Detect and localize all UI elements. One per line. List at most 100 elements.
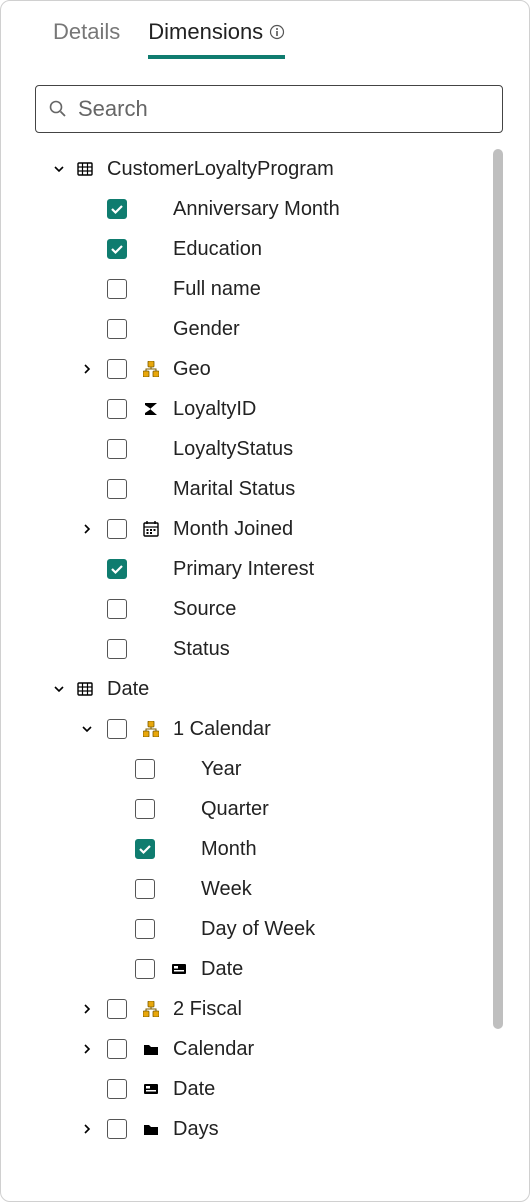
- checkbox[interactable]: [107, 479, 127, 499]
- checkbox[interactable]: [107, 279, 127, 299]
- checkbox[interactable]: [107, 319, 127, 339]
- checkbox[interactable]: [107, 719, 127, 739]
- tree-label: Anniversary Month: [173, 198, 340, 221]
- tree-label: Education: [173, 238, 262, 261]
- search-box[interactable]: [35, 85, 503, 133]
- checkbox[interactable]: [107, 639, 127, 659]
- tree-label: Geo: [173, 358, 211, 381]
- chevron-right-icon[interactable]: [79, 1043, 95, 1055]
- chevron-right-icon[interactable]: [79, 1123, 95, 1135]
- tree-item-datefield[interactable]: › Date: [51, 1069, 481, 1109]
- checkbox[interactable]: [107, 439, 127, 459]
- card-icon: [167, 960, 191, 978]
- tree-item-days[interactable]: Days: [51, 1109, 481, 1149]
- chevron-right-icon[interactable]: [79, 363, 95, 375]
- search-icon: [48, 99, 68, 119]
- table-icon: [73, 680, 97, 698]
- tab-dimensions[interactable]: Dimensions: [148, 19, 285, 59]
- hierarchy-icon: [139, 361, 163, 377]
- tree-item-geo[interactable]: Geo: [51, 349, 481, 389]
- tree-label: Calendar: [173, 1038, 254, 1061]
- dimensions-panel: Details Dimensions CustomerLoyaltyProgra…: [0, 0, 530, 1202]
- tree-label: Month: [201, 838, 257, 861]
- tree-item-anniversary[interactable]: › Anniversary Month: [51, 189, 481, 229]
- tree-item-year[interactable]: › Year: [51, 749, 481, 789]
- tree-item-marital[interactable]: › Marital Status: [51, 469, 481, 509]
- tree-item-dow[interactable]: › Day of Week: [51, 909, 481, 949]
- tab-dimensions-label: Dimensions: [148, 19, 263, 45]
- checkbox[interactable]: [135, 959, 155, 979]
- sigma-icon: [139, 400, 163, 418]
- tree-label: 1 Calendar: [173, 718, 271, 741]
- card-icon: [139, 1080, 163, 1098]
- tree-label: Year: [201, 758, 241, 781]
- chevron-down-icon[interactable]: [51, 163, 67, 175]
- scrollbar[interactable]: [493, 149, 503, 1029]
- tree-label: CustomerLoyaltyProgram: [107, 158, 334, 181]
- tree-label: Marital Status: [173, 478, 295, 501]
- checkbox[interactable]: [135, 839, 155, 859]
- hierarchy-icon: [139, 1001, 163, 1017]
- search-input[interactable]: [78, 96, 490, 122]
- tree-label: Date: [201, 958, 243, 981]
- tree-label: 2 Fiscal: [173, 998, 242, 1021]
- chevron-down-icon[interactable]: [51, 683, 67, 695]
- tree-label: Date: [107, 678, 149, 701]
- tab-bar: Details Dimensions: [19, 19, 519, 59]
- checkbox[interactable]: [135, 799, 155, 819]
- tree-item-week[interactable]: › Week: [51, 869, 481, 909]
- tree-item-quarter[interactable]: › Quarter: [51, 789, 481, 829]
- tree-label: Days: [173, 1118, 219, 1141]
- tree-label: Day of Week: [201, 918, 315, 941]
- tree-table-date[interactable]: Date: [51, 669, 481, 709]
- tree-label: LoyaltyStatus: [173, 438, 293, 461]
- tree-item-loyaltystatus[interactable]: › LoyaltyStatus: [51, 429, 481, 469]
- tree-label: Month Joined: [173, 518, 293, 541]
- tree-item-loyaltyid[interactable]: › LoyaltyID: [51, 389, 481, 429]
- tree-item-cal1date[interactable]: › Date: [51, 949, 481, 989]
- table-icon: [73, 160, 97, 178]
- checkbox[interactable]: [107, 1119, 127, 1139]
- checkbox[interactable]: [107, 519, 127, 539]
- field-tree: CustomerLoyaltyProgram › Anniversary Mon…: [19, 149, 519, 1171]
- tree-item-gender[interactable]: › Gender: [51, 309, 481, 349]
- tree-item-education[interactable]: › Education: [51, 229, 481, 269]
- tree-item-month[interactable]: › Month: [51, 829, 481, 869]
- checkbox[interactable]: [135, 879, 155, 899]
- checkbox[interactable]: [107, 359, 127, 379]
- tree-table-clp[interactable]: CustomerLoyaltyProgram: [51, 149, 481, 189]
- tree-item-monthjoined[interactable]: Month Joined: [51, 509, 481, 549]
- tree-item-source[interactable]: › Source: [51, 589, 481, 629]
- tree-item-2fiscal[interactable]: 2 Fiscal: [51, 989, 481, 1029]
- checkbox[interactable]: [107, 399, 127, 419]
- tree-label: Full name: [173, 278, 261, 301]
- folder-icon: [139, 1040, 163, 1058]
- search-container: [35, 85, 503, 133]
- tree-label: Quarter: [201, 798, 269, 821]
- checkbox[interactable]: [107, 1079, 127, 1099]
- checkbox[interactable]: [107, 1039, 127, 1059]
- chevron-right-icon[interactable]: [79, 523, 95, 535]
- tab-details[interactable]: Details: [53, 19, 120, 59]
- checkbox[interactable]: [107, 999, 127, 1019]
- tree-item-calendar[interactable]: Calendar: [51, 1029, 481, 1069]
- chevron-down-icon[interactable]: [79, 723, 95, 735]
- tree-label: Gender: [173, 318, 240, 341]
- calendar-icon: [139, 520, 163, 538]
- checkbox[interactable]: [135, 919, 155, 939]
- checkbox[interactable]: [107, 559, 127, 579]
- folder-icon: [139, 1120, 163, 1138]
- tree-item-priminterest[interactable]: › Primary Interest: [51, 549, 481, 589]
- tree-label: Primary Interest: [173, 558, 314, 581]
- info-icon[interactable]: [269, 24, 285, 40]
- chevron-right-icon[interactable]: [79, 1003, 95, 1015]
- checkbox[interactable]: [135, 759, 155, 779]
- checkbox[interactable]: [107, 199, 127, 219]
- hierarchy-icon: [139, 721, 163, 737]
- checkbox[interactable]: [107, 239, 127, 259]
- tree-label: Week: [201, 878, 252, 901]
- tree-item-fullname[interactable]: › Full name: [51, 269, 481, 309]
- tree-item-status[interactable]: › Status: [51, 629, 481, 669]
- tree-item-1calendar[interactable]: 1 Calendar: [51, 709, 481, 749]
- checkbox[interactable]: [107, 599, 127, 619]
